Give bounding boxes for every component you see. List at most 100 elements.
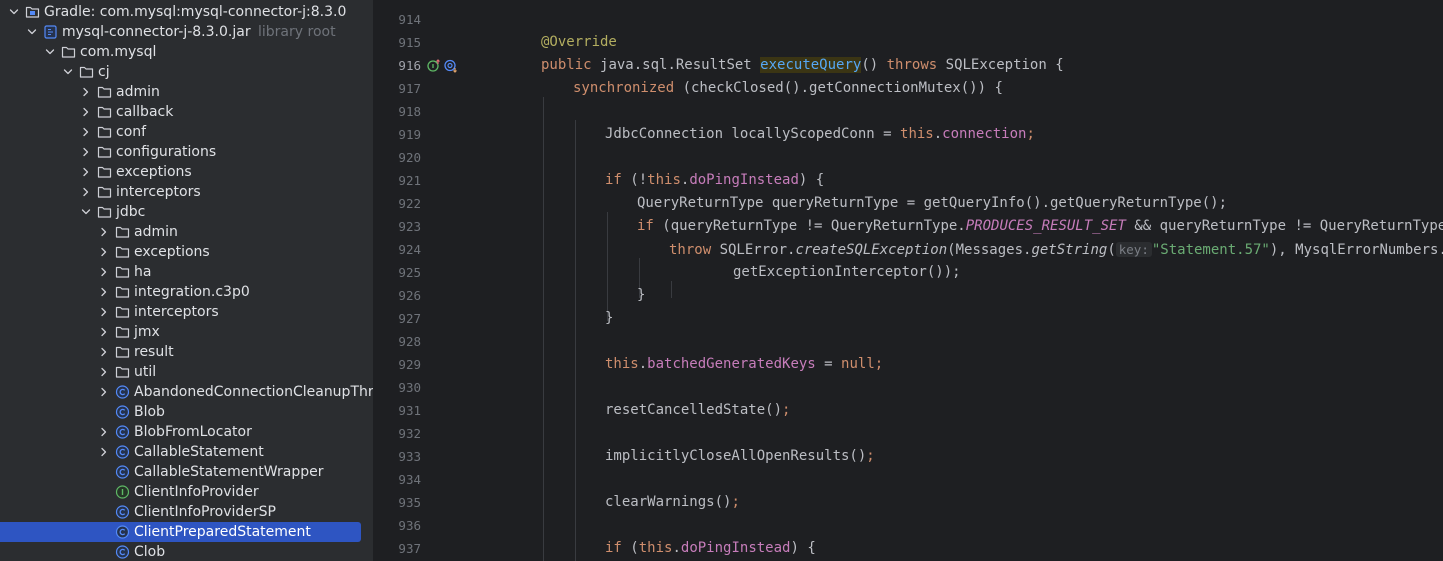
- gutter-icons[interactable]: [427, 54, 461, 77]
- code-line[interactable]: synchronized (checkClosed().getConnectio…: [573, 77, 1003, 100]
- chevron-right-icon[interactable]: [98, 382, 110, 402]
- chevron-right-icon[interactable]: [98, 362, 110, 382]
- tree-item-label: jdbc: [116, 204, 146, 220]
- code-token: this: [647, 172, 681, 188]
- chevron-right-icon[interactable]: [98, 322, 110, 342]
- code-line[interactable]: if (queryReturnType != QueryReturnType.P…: [637, 215, 1443, 238]
- tree-item[interactable]: callback: [0, 102, 373, 122]
- code-line[interactable]: clearWarnings();: [605, 491, 740, 514]
- tree-item[interactable]: exceptions: [0, 162, 373, 182]
- chevron-right-icon[interactable]: [98, 342, 110, 362]
- folder-icon: [115, 222, 131, 242]
- tree-item[interactable]: jmx: [0, 322, 373, 342]
- tree-item[interactable]: interceptors: [0, 182, 373, 202]
- tree-item-label: Blob: [134, 404, 165, 420]
- tree-item[interactable]: mysql-connector-j-8.3.0.jar library root: [0, 22, 373, 42]
- code-token: (checkClosed().getConnectionMutex()) {: [682, 80, 1003, 96]
- chevron-right-icon[interactable]: [98, 222, 110, 242]
- tree-item[interactable]: conf: [0, 122, 373, 142]
- chevron-right-icon[interactable]: [80, 162, 92, 182]
- code-line[interactable]: public java.sql.ResultSet executeQuery()…: [541, 54, 1064, 77]
- tree-item[interactable]: admin: [0, 222, 373, 242]
- chevron-right-icon[interactable]: [98, 282, 110, 302]
- folder-icon: [115, 342, 131, 362]
- implements-icon[interactable]: [427, 58, 441, 77]
- code-area[interactable]: @Override public java.sql.ResultSet execu…: [509, 0, 1443, 561]
- chevron-right-icon[interactable]: [80, 142, 92, 162]
- tree-item[interactable]: CallableStatementWrapper: [0, 462, 373, 482]
- tree-item[interactable]: Clob: [0, 542, 373, 561]
- tree-item[interactable]: BlobFromLocator: [0, 422, 373, 442]
- tree-item[interactable]: util: [0, 362, 373, 382]
- code-line[interactable]: if (this.doPingInstead) {: [605, 537, 816, 560]
- indent-guide: [575, 120, 576, 561]
- tree-item[interactable]: result: [0, 342, 373, 362]
- code-token: doPingInstead: [680, 540, 791, 556]
- folder-icon: [97, 202, 113, 222]
- tree-item[interactable]: ClientInfoProvider: [0, 482, 373, 502]
- tree-item[interactable]: configurations: [0, 142, 373, 162]
- code-line[interactable]: this.batchedGeneratedKeys = null;: [605, 353, 883, 376]
- line-number: 929: [398, 357, 421, 372]
- tree-item-selected[interactable]: ClientPreparedStatement: [0, 522, 373, 542]
- tree-item[interactable]: admin: [0, 82, 373, 102]
- chevron-down-icon[interactable]: [44, 42, 56, 62]
- tree-item-label: Clob: [134, 544, 166, 560]
- tree-item[interactable]: jdbc: [0, 202, 373, 222]
- code-line[interactable]: implicitlyCloseAllOpenResults();: [605, 445, 875, 468]
- code-line[interactable]: resetCancelledState();: [605, 399, 790, 422]
- chevron-right-icon[interactable]: [80, 102, 92, 122]
- overrides-icon[interactable]: [444, 58, 458, 77]
- chevron-right-icon[interactable]: [98, 442, 110, 462]
- code-line[interactable]: }: [605, 307, 613, 330]
- chevron-right-icon[interactable]: [80, 122, 92, 142]
- tree-item[interactable]: ClientInfoProviderSP: [0, 502, 373, 522]
- code-token: JdbcConnection locallyScopedConn =: [605, 126, 901, 142]
- line-gutter: 914 915 916 917 918 919 920 921 922 923 924 925 926 9…: [373, 0, 473, 561]
- chevron-down-icon[interactable]: [62, 62, 74, 82]
- chevron-right-icon[interactable]: [98, 242, 110, 262]
- code-editor[interactable]: 914 915 916 917 918 919 920 921 922 923 924 925 926 9…: [373, 0, 1443, 561]
- tree-item-label: result: [134, 344, 174, 360]
- code-line[interactable]: getExceptionInterceptor());: [733, 261, 961, 284]
- chevron-down-icon[interactable]: [8, 2, 20, 22]
- tree-item[interactable]: Gradle: com.mysql:mysql-connector-j:8.3.…: [0, 2, 373, 22]
- line-number: 933: [398, 449, 421, 464]
- code-line[interactable]: JdbcConnection locallyScopedConn = this.…: [605, 123, 1035, 146]
- tree-item-label: Gradle: com.mysql:mysql-connector-j:8.3.…: [44, 4, 347, 20]
- tree-item[interactable]: integration.c3p0: [0, 282, 373, 302]
- tree-item[interactable]: com.mysql: [0, 42, 373, 62]
- class-icon: [115, 522, 131, 542]
- tree-item[interactable]: AbandonedConnectionCleanupThread: [0, 382, 373, 402]
- code-token: }: [637, 287, 646, 303]
- tree-item[interactable]: ha: [0, 262, 373, 282]
- code-token: QueryReturnType queryReturnType = getQue…: [637, 195, 1228, 211]
- folder-icon: [97, 82, 113, 102]
- chevron-right-icon[interactable]: [80, 182, 92, 202]
- chevron-down-icon[interactable]: [80, 202, 92, 222]
- code-token: null: [841, 356, 875, 372]
- tree-item[interactable]: cj: [0, 62, 373, 82]
- chevron-right-icon[interactable]: [98, 422, 110, 442]
- chevron-right-icon[interactable]: [80, 82, 92, 102]
- tree-item[interactable]: CallableStatement: [0, 442, 373, 462]
- code-line[interactable]: if (!this.doPingInstead) {: [605, 169, 824, 192]
- code-line[interactable]: }: [637, 284, 645, 307]
- line-number: 928: [398, 334, 421, 349]
- tree-item-label: jmx: [134, 324, 160, 340]
- code-line[interactable]: QueryReturnType queryReturnType = getQue…: [637, 192, 1227, 215]
- tree-item[interactable]: exceptions: [0, 242, 373, 262]
- chevron-down-icon[interactable]: [26, 22, 38, 42]
- code-token: this: [638, 540, 673, 556]
- chevron-right-icon[interactable]: [98, 302, 110, 322]
- code-token: .: [933, 126, 943, 142]
- tree-item[interactable]: Blob: [0, 402, 373, 422]
- line-number: 937: [398, 541, 421, 556]
- code-token: ;: [866, 448, 875, 464]
- code-line[interactable]: @Override: [541, 31, 617, 54]
- chevron-right-icon[interactable]: [98, 262, 110, 282]
- tree-item-label: CallableStatementWrapper: [134, 464, 324, 480]
- code-line[interactable]: throw SQLError.createSQLException(Messag…: [669, 238, 1443, 261]
- tree-item[interactable]: interceptors: [0, 302, 373, 322]
- class-icon: [115, 462, 131, 482]
